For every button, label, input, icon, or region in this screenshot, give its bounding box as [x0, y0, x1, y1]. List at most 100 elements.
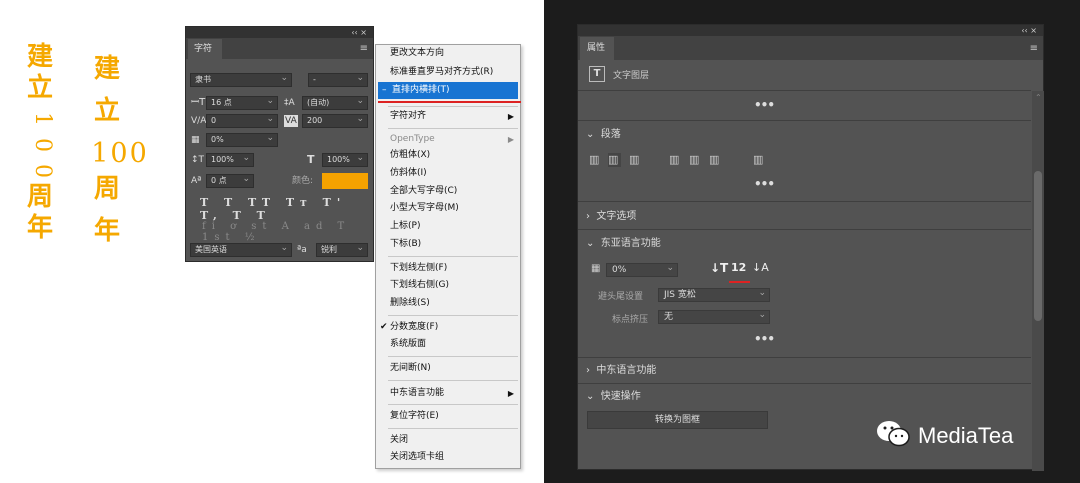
menu-item-label: 更改文本方向	[390, 48, 445, 58]
menu-item[interactable]: 字符对齐 ▶	[376, 108, 520, 125]
scrollbar-thumb[interactable]	[1034, 171, 1042, 321]
panel-collapse-bar[interactable]: ‹‹ ×	[578, 25, 1043, 36]
opentype-buttons[interactable]: fi ơ st A ad T 1st ½	[202, 221, 373, 243]
menu-item[interactable]: 关闭选项卡组	[376, 449, 520, 466]
menu-item[interactable]: 无间断(N)	[376, 360, 520, 377]
align-center-icon[interactable]: ▥	[608, 153, 621, 167]
leading-select[interactable]: (自动)	[302, 95, 368, 110]
tate-chu-yoko-icon[interactable]: 12	[731, 261, 746, 274]
section-east-asian[interactable]: ⌄ 东亚语言功能	[586, 237, 661, 251]
menu-item[interactable]: 仿粗体(X)	[376, 147, 520, 164]
character-panel: ‹‹ × 字符 ≡ 隶书 - ꟷT 16 点 ‡A (自动) V/A 0 VA …	[185, 26, 374, 262]
more-options-icon[interactable]: •••	[754, 332, 775, 346]
menu-item[interactable]: ✔ 分数宽度(F)	[376, 319, 520, 336]
divider	[578, 201, 1031, 202]
menu-item-label: 下划线右侧(G)	[390, 280, 449, 290]
tsume-select[interactable]: 0%	[606, 262, 678, 277]
sample-char: 建	[26, 42, 53, 72]
justify-all-icon[interactable]: ▥	[753, 153, 766, 167]
antialias-select[interactable]: 锐利	[316, 242, 368, 257]
section-title: 东亚语言功能	[600, 238, 661, 249]
type-style-buttons[interactable]: T T TT Tт T' T, T T	[200, 196, 373, 222]
menu-item[interactable]: 上标(P)	[376, 218, 520, 235]
section-middle-east[interactable]: › 中东语言功能	[586, 364, 656, 378]
leading-icon: ‡A	[284, 98, 295, 108]
justify-left-icon[interactable]: ▥	[669, 153, 682, 167]
menu-separator	[388, 315, 518, 316]
kinsoku-select[interactable]: 无	[658, 309, 770, 324]
menu-item[interactable]: 更改文本方向	[376, 45, 520, 62]
language-select[interactable]: 美国英语	[190, 242, 292, 257]
menu-item[interactable]: 关闭	[376, 432, 520, 449]
section-paragraph[interactable]: ⌄ 段落	[586, 128, 621, 142]
panel-collapse-bar[interactable]: ‹‹ ×	[186, 27, 373, 38]
menu-item-label: 中东语言功能	[390, 388, 445, 398]
menu-item[interactable]: 全部大写字母(C)	[376, 183, 520, 200]
divider	[578, 90, 1031, 91]
align-right-icon[interactable]: ▥	[629, 153, 642, 167]
annotation-underline	[729, 281, 750, 283]
horizontal-scale-icon: T	[307, 153, 315, 166]
font-family-select[interactable]: 隶书	[190, 72, 292, 87]
menu-item-label: OpenType	[390, 134, 435, 144]
menu-item[interactable]: 小型大写字母(M)	[376, 200, 520, 217]
justify-right-icon[interactable]: ▥	[709, 153, 722, 167]
menu-item-label: 复位字符(E)	[390, 411, 439, 421]
menu-item-label: 下划线左侧(F)	[390, 263, 448, 273]
menu-item-label: 分数宽度(F)	[390, 322, 439, 332]
tab-properties[interactable]: 属性	[580, 37, 614, 60]
align-left-icon[interactable]: ▥	[589, 153, 602, 167]
panel-tabbar: 字符 ≡	[186, 38, 373, 59]
menu-item[interactable]: 下标(B)	[376, 236, 520, 253]
kinsoku-label: 标点挤压	[612, 315, 649, 325]
menu-item[interactable]: 删除线(S)	[376, 295, 520, 312]
mojikumi-select[interactable]: JIS 宽松	[658, 287, 770, 302]
menu-item[interactable]: 系统版面	[376, 336, 520, 353]
section-text-options[interactable]: › 文字选项	[586, 210, 636, 224]
tsume-icon: ▦	[591, 263, 601, 274]
more-options-icon[interactable]: •••	[754, 177, 775, 191]
font-size-select[interactable]: 16 点	[206, 95, 278, 110]
horizontal-scale-field[interactable]: 100%	[322, 152, 368, 167]
menu-item-label: 仿斜体(I)	[390, 168, 427, 178]
panel-tabbar: 属性 ≡	[578, 36, 1043, 60]
sample-char: 年	[26, 213, 53, 243]
panel-menu-icon[interactable]: ≡	[1030, 43, 1038, 54]
vertical-type-icon[interactable]: ↓T	[710, 261, 728, 275]
menu-item[interactable]: 复位字符(E)	[376, 408, 520, 425]
panel-menu-icon[interactable]: ≡	[360, 43, 368, 54]
menu-item[interactable]: 仿斜体(I)	[376, 165, 520, 182]
properties-panel: ‹‹ × 属性 ≡ T 文字图层 ••• ⌄ 段落 ▥ ▥ ▥ ▥ ▥ ▥ ▥ …	[577, 24, 1044, 471]
sample-char: 年	[93, 216, 120, 246]
baseline-shift-field[interactable]: 0 点	[206, 173, 254, 188]
menu-item-selected[interactable]: – 直排内横排(T)	[378, 82, 518, 99]
color-swatch[interactable]	[322, 173, 368, 189]
vertical-scale-field[interactable]: 100%	[206, 152, 254, 167]
tracking-select[interactable]: 200	[302, 113, 368, 128]
kerning-icon: V/A	[191, 116, 207, 126]
menu-item-label: 系统版面	[390, 339, 427, 349]
menu-item-label: 仿粗体(X)	[390, 150, 431, 160]
menu-item[interactable]: 下划线左侧(F)	[376, 260, 520, 277]
menu-item[interactable]: 标准垂直罗马对齐方式(R)	[376, 64, 520, 81]
divider	[578, 357, 1031, 358]
tab-character[interactable]: 字符	[188, 39, 222, 59]
section-quick-actions[interactable]: ⌄ 快速操作	[586, 390, 641, 404]
tsume-select[interactable]: 0%	[206, 132, 278, 147]
rotate-roman-icon[interactable]: ↓A	[752, 261, 769, 274]
convert-to-frame-button[interactable]: 转换为图框	[587, 411, 768, 429]
menu-item-label: 删除线(S)	[390, 298, 430, 308]
menu-item[interactable]: 下划线右侧(G)	[376, 277, 520, 294]
justify-center-icon[interactable]: ▥	[689, 153, 702, 167]
menu-item-label: 关闭选项卡组	[390, 452, 445, 462]
divider	[578, 120, 1031, 121]
menu-item-label: 无间断(N)	[390, 363, 431, 373]
menu-separator	[388, 404, 518, 405]
kerning-select[interactable]: 0	[206, 113, 278, 128]
menu-item[interactable]: 中东语言功能 ▶	[376, 385, 520, 402]
more-options-icon[interactable]: •••	[754, 98, 775, 112]
font-style-select[interactable]: -	[308, 72, 368, 87]
font-size-icon: ꟷT	[191, 97, 206, 108]
scroll-up-icon[interactable]: ⌃	[1035, 93, 1042, 102]
menu-item-label: 下标(B)	[390, 239, 422, 249]
